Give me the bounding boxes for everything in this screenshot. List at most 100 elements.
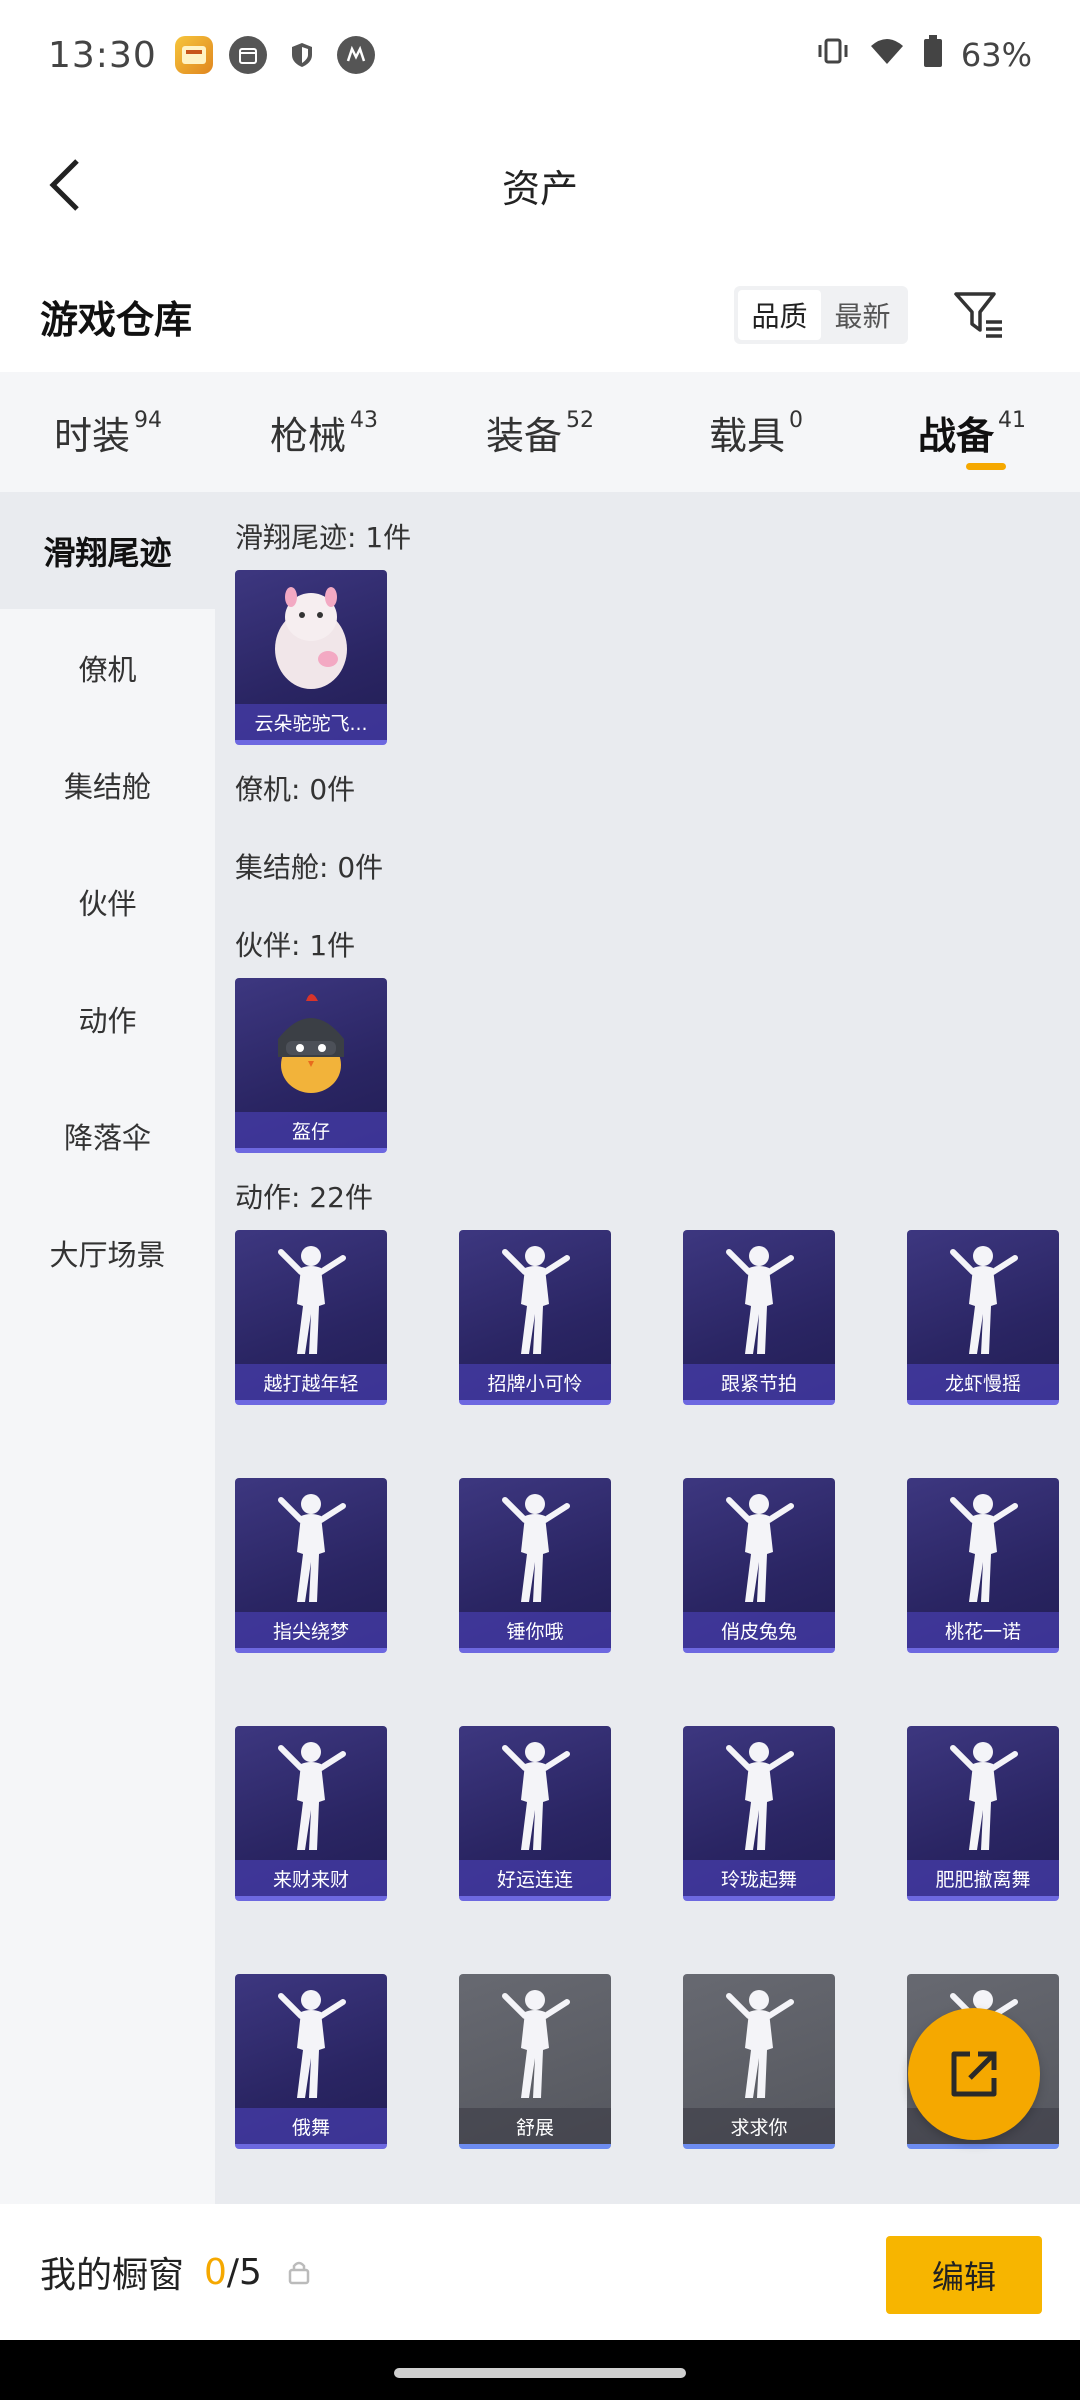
emote-card[interactable]: 锤你哦 xyxy=(459,1478,611,1653)
emote-card[interactable]: 求求你 xyxy=(683,1974,835,2149)
emote-card[interactable]: 龙虾慢摇 xyxy=(907,1230,1059,1405)
emote-name: 桃花一诺 xyxy=(907,1612,1059,1648)
section-title-partner: 伙伴: 1件 xyxy=(235,929,356,962)
tab-label: 载具 xyxy=(708,413,785,458)
emote-name: 俄舞 xyxy=(235,2108,387,2144)
tab-combat-gear[interactable]: 战备 41 xyxy=(864,372,1080,492)
app-header: 资产 xyxy=(0,110,1080,260)
tab-equipment[interactable]: 装备 52 xyxy=(432,372,648,492)
item-name: 云朵驼驼飞... xyxy=(235,704,387,740)
showcase-bar: 我的橱窗 0/5 编辑 xyxy=(0,2204,1080,2340)
emote-name: 好运连连 xyxy=(459,1860,611,1896)
active-tab-indicator xyxy=(966,463,1006,470)
status-notification-icons xyxy=(174,36,375,74)
dancer-silhouette-icon xyxy=(683,1478,835,1616)
content-area: 滑翔尾迹 僚机 集结舱 伙伴 动作 降落伞 大厅场景 滑翔尾迹: 1件 云朵驼驼… xyxy=(0,492,1080,2204)
tab-count: 41 xyxy=(998,407,1026,433)
emote-name: 锤你哦 xyxy=(459,1612,611,1648)
emote-card[interactable]: 俏皮兔兔 xyxy=(683,1478,835,1653)
tab-count: 94 xyxy=(134,407,162,433)
share-fab-button[interactable] xyxy=(908,2008,1040,2140)
tab-count: 52 xyxy=(566,407,594,433)
edit-button[interactable]: 编辑 xyxy=(886,2236,1042,2314)
item-card[interactable]: 盔仔 xyxy=(235,978,387,1153)
emote-name: 指尖绕梦 xyxy=(235,1612,387,1648)
page-title: 资产 xyxy=(501,166,578,211)
item-card[interactable]: 云朵驼驼飞... xyxy=(235,570,387,745)
section-title-emote: 动作: 22件 xyxy=(235,1181,373,1214)
dancer-silhouette-icon xyxy=(235,1478,387,1616)
dancer-silhouette-icon xyxy=(235,1974,387,2112)
section-title-capsule: 集结舱: 0件 xyxy=(235,851,384,884)
status-time: 13:30 xyxy=(48,34,157,76)
side-item-lobby-scene[interactable]: 大厅场景 xyxy=(0,1194,215,1311)
section-title-wingman: 僚机: 0件 xyxy=(235,773,356,806)
side-item-glide-trail[interactable]: 滑翔尾迹 xyxy=(0,492,215,609)
emote-card[interactable]: 舒展 xyxy=(459,1974,611,2149)
item-name: 盔仔 xyxy=(235,1112,387,1148)
battery-icon xyxy=(923,35,943,75)
alpaca-thumbnail xyxy=(235,570,387,708)
tab-count: 43 xyxy=(350,407,378,433)
tab-label: 时装 xyxy=(53,413,130,458)
dancer-silhouette-icon xyxy=(459,1478,611,1616)
dancer-silhouette-icon xyxy=(683,1974,835,2112)
game-app-icon xyxy=(174,36,213,74)
emote-name: 求求你 xyxy=(683,2108,835,2144)
emote-card[interactable]: 桃花一诺 xyxy=(907,1478,1059,1653)
warehouse-header: 游戏仓库 品质 最新 xyxy=(0,260,1080,372)
dancer-silhouette-icon xyxy=(683,1726,835,1864)
side-item-parachute[interactable]: 降落伞 xyxy=(0,1077,215,1194)
filter-button[interactable] xyxy=(948,284,1008,344)
dancer-silhouette-icon xyxy=(459,1230,611,1368)
dancer-silhouette-icon xyxy=(235,1230,387,1368)
showcase-total: /5 xyxy=(226,2251,262,2293)
emote-name: 越打越年轻 xyxy=(235,1364,387,1400)
emote-card[interactable]: 越打越年轻 xyxy=(235,1230,387,1405)
dancer-silhouette-icon xyxy=(907,1478,1059,1616)
tab-vehicles[interactable]: 载具 0 xyxy=(648,372,864,492)
helmet-chick-thumbnail xyxy=(235,978,387,1116)
warehouse-title: 游戏仓库 xyxy=(40,297,193,342)
side-item-partner[interactable]: 伙伴 xyxy=(0,843,215,960)
side-item-capsule[interactable]: 集结舱 xyxy=(0,726,215,843)
emote-card[interactable]: 招牌小可怜 xyxy=(459,1230,611,1405)
showcase-label: 我的橱窗 xyxy=(40,2255,185,2296)
showcase-count: 0/5 xyxy=(204,2252,262,2293)
dancer-silhouette-icon xyxy=(907,1726,1059,1864)
emote-card[interactable]: 好运连连 xyxy=(459,1726,611,1901)
motorola-icon xyxy=(336,36,375,74)
sort-toggle: 品质 最新 xyxy=(734,286,908,344)
emote-card[interactable]: 来财来财 xyxy=(235,1726,387,1901)
emote-name: 肥肥撤离舞 xyxy=(907,1860,1059,1896)
dancer-silhouette-icon xyxy=(459,1974,611,2112)
sort-quality-button[interactable]: 品质 xyxy=(738,290,821,340)
dancer-silhouette-icon xyxy=(683,1230,835,1368)
tab-fashion[interactable]: 时装 94 xyxy=(0,372,216,492)
side-item-emote[interactable]: 动作 xyxy=(0,960,215,1077)
emote-name: 招牌小可怜 xyxy=(459,1364,611,1400)
filter-icon xyxy=(954,292,1002,338)
category-tabs: 时装 94 枪械 43 装备 52 载具 0 战备 41 xyxy=(0,372,1080,492)
lock-icon xyxy=(288,2261,310,2285)
item-list: 滑翔尾迹: 1件 云朵驼驼飞... 僚机: 0件 集结舱: 0件 伙伴: 1件 xyxy=(215,492,1080,2204)
side-nav: 滑翔尾迹 僚机 集结舱 伙伴 动作 降落伞 大厅场景 xyxy=(0,492,215,2204)
tab-guns[interactable]: 枪械 43 xyxy=(216,372,432,492)
gesture-handle[interactable] xyxy=(394,2368,686,2378)
calendar-icon xyxy=(228,36,267,74)
emote-card[interactable]: 俄舞 xyxy=(235,1974,387,2149)
dancer-silhouette-icon xyxy=(459,1726,611,1864)
status-bar: 13:30 63% xyxy=(0,0,1080,110)
section-title-glide: 滑翔尾迹: 1件 xyxy=(235,521,412,554)
back-button[interactable] xyxy=(30,150,100,220)
emote-name: 跟紧节拍 xyxy=(683,1364,835,1400)
emote-card[interactable]: 玲珑起舞 xyxy=(683,1726,835,1901)
sort-newest-button[interactable]: 最新 xyxy=(821,290,904,340)
emote-card[interactable]: 跟紧节拍 xyxy=(683,1230,835,1405)
chevron-left-icon xyxy=(49,159,79,211)
emote-card[interactable]: 肥肥撤离舞 xyxy=(907,1726,1059,1901)
battery-level: 63% xyxy=(960,36,1032,74)
side-item-wingman[interactable]: 僚机 xyxy=(0,609,215,726)
tab-label: 枪械 xyxy=(269,413,346,458)
emote-card[interactable]: 指尖绕梦 xyxy=(235,1478,387,1653)
